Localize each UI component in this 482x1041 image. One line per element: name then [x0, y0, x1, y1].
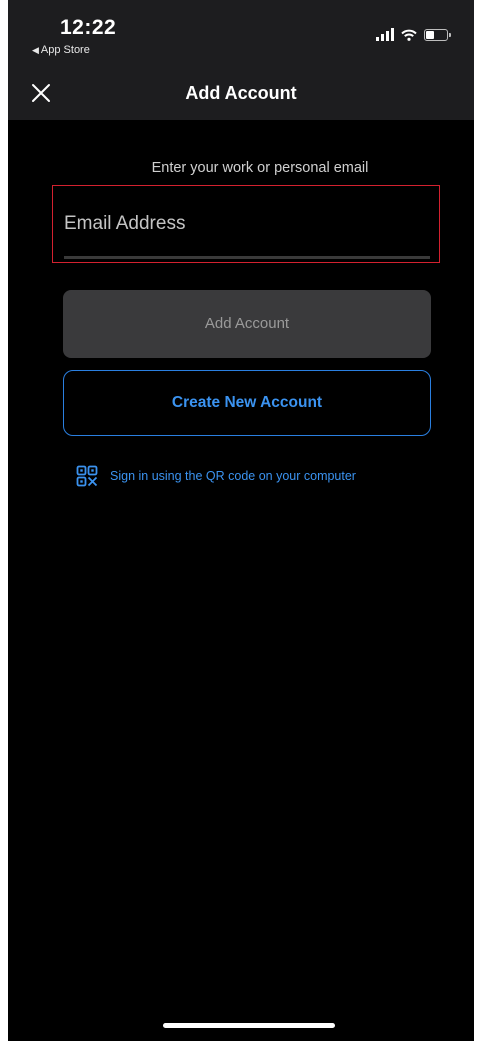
- status-icons: [376, 28, 451, 41]
- email-address-input[interactable]: [64, 204, 430, 244]
- add-account-button[interactable]: Add Account: [63, 290, 431, 358]
- status-bar: 12:22 ◀ App Store: [8, 0, 474, 66]
- wifi-icon: [401, 29, 417, 41]
- battery-icon: [424, 28, 451, 41]
- qr-code-icon: [76, 465, 98, 487]
- home-indicator[interactable]: [163, 1023, 335, 1028]
- back-to-app-link[interactable]: ◀ App Store: [32, 44, 90, 56]
- navigation-bar: Add Account: [8, 66, 474, 120]
- status-time: 12:22: [60, 16, 117, 39]
- email-instruction: Enter your work or personal email: [151, 160, 369, 176]
- cellular-signal-icon: [376, 28, 394, 41]
- phone-screen: 12:22 ◀ App Store Add Account Enter your…: [8, 0, 474, 1041]
- add-account-form: Enter your work or personal email Add Ac…: [8, 120, 474, 1041]
- create-new-account-button[interactable]: Create New Account: [63, 370, 431, 436]
- back-app-label: App Store: [40, 44, 90, 56]
- qr-sign-in-label: Sign in using the QR code on your comput…: [110, 469, 356, 483]
- email-field-container: [52, 185, 440, 263]
- email-field-underline: [64, 256, 430, 259]
- page-title: Add Account: [185, 83, 297, 103]
- back-arrow-icon: ◀: [32, 45, 39, 55]
- qr-sign-in-link[interactable]: Sign in using the QR code on your comput…: [76, 465, 356, 487]
